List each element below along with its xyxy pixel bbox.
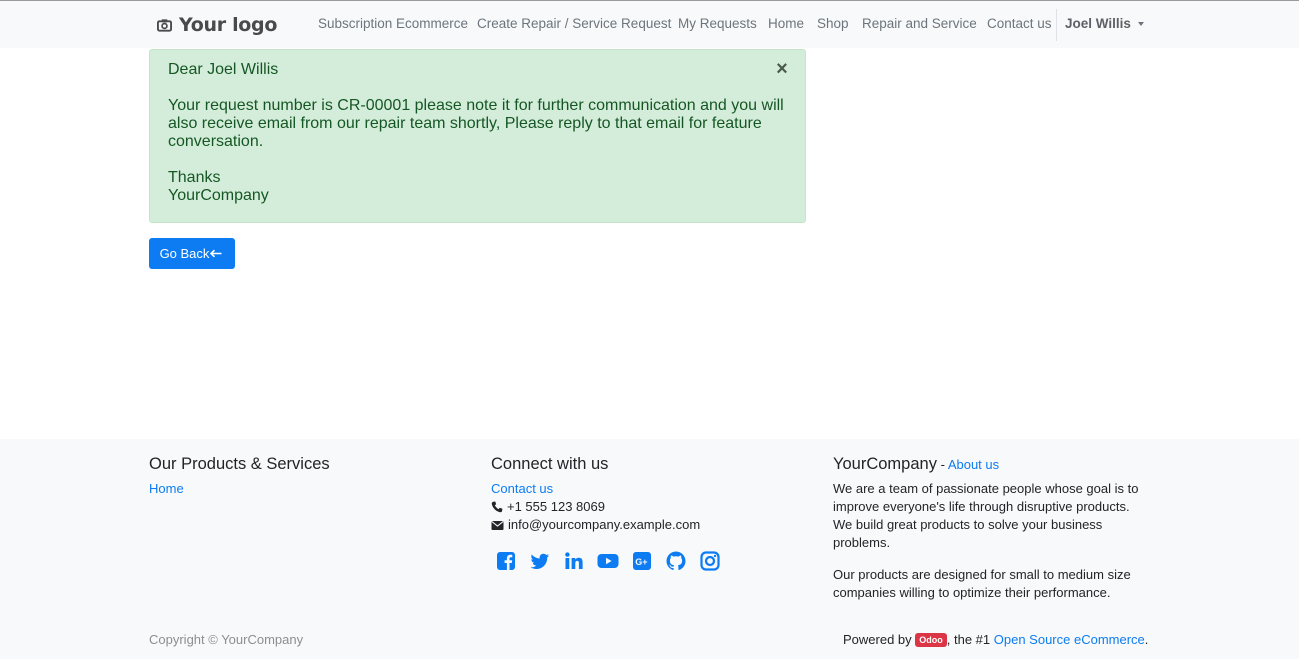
- close-icon[interactable]: ×: [773, 59, 791, 79]
- top-navbar: Your logo Subscription Ecommerce Create …: [0, 0, 1299, 48]
- footer-contact-link[interactable]: Contact us: [491, 480, 553, 498]
- phone-icon: [491, 501, 503, 513]
- company-name: YourCompany: [833, 455, 937, 473]
- user-name: Joel Willis: [1065, 16, 1131, 31]
- about-paragraph-1: We are a team of passionate people whose…: [833, 481, 1139, 550]
- nav-contact-us[interactable]: Contact us: [987, 16, 1052, 31]
- about-us-link[interactable]: About us: [948, 457, 999, 472]
- youtube-icon[interactable]: [597, 550, 619, 572]
- instagram-icon[interactable]: [699, 550, 721, 572]
- title-separator: -: [936, 457, 948, 472]
- phone-number: +1 555 123 8069: [507, 499, 605, 514]
- nav-create-repair-request[interactable]: Create Repair / Service Request: [477, 16, 671, 31]
- nav-shop[interactable]: Shop: [817, 16, 849, 31]
- page-footer: Our Products & Services Home Connect wit…: [0, 439, 1299, 659]
- svg-text:G+: G+: [635, 557, 647, 567]
- connect-title: Connect with us: [491, 455, 609, 473]
- phone-line: +1 555 123 8069: [491, 498, 605, 516]
- alert-message: Your request number is CR-00001 please n…: [168, 97, 784, 150]
- copyright-text: Copyright © YourCompany: [149, 632, 304, 647]
- social-icons: G+: [495, 550, 733, 572]
- github-icon[interactable]: [665, 550, 687, 572]
- facebook-icon[interactable]: [495, 550, 517, 572]
- nav-home[interactable]: Home: [768, 16, 804, 31]
- about-title: YourCompany - About us: [833, 454, 999, 475]
- open-source-ecommerce-link[interactable]: Open Source eCommerce: [994, 632, 1145, 647]
- twitter-icon[interactable]: [529, 550, 551, 572]
- powered-suffix: .: [1144, 632, 1149, 647]
- arrow-left-icon: [210, 249, 222, 258]
- google-plus-icon[interactable]: G+: [631, 550, 653, 572]
- alert-company: YourCompany: [168, 187, 269, 204]
- linkedin-icon[interactable]: [563, 550, 585, 572]
- about-paragraph-2: Our products are designed for small to m…: [833, 567, 1131, 600]
- alert-greeting: Dear Joel Willis: [168, 61, 279, 78]
- nav-repair-and-service[interactable]: Repair and Service: [862, 16, 977, 31]
- nav-divider: [1056, 9, 1057, 41]
- email-address: info@yourcompany.example.com: [508, 517, 701, 532]
- nav-my-requests[interactable]: My Requests: [678, 16, 757, 31]
- footer-home-link[interactable]: Home: [149, 480, 184, 498]
- products-title: Our Products & Services: [149, 455, 330, 473]
- caret-down-icon: [1137, 22, 1144, 26]
- powered-prefix: Powered by: [843, 632, 916, 647]
- envelope-icon: [491, 520, 504, 530]
- user-menu-dropdown[interactable]: Joel Willis: [1065, 16, 1144, 31]
- powered-middle: , the #1: [946, 632, 994, 647]
- nav-subscription-ecommerce[interactable]: Subscription Ecommerce: [318, 16, 468, 31]
- email-line: info@yourcompany.example.com: [491, 516, 700, 534]
- powered-by: Powered by Odoo, the #1 Open Source eCom…: [843, 631, 1148, 649]
- alert-thanks: Thanks: [168, 169, 221, 186]
- go-back-label: Go Back: [159, 246, 210, 261]
- odoo-badge[interactable]: Odoo: [915, 633, 947, 647]
- success-alert: Dear Joel Willis × Your request number i…: [149, 49, 806, 223]
- go-back-button[interactable]: Go Back: [149, 238, 235, 269]
